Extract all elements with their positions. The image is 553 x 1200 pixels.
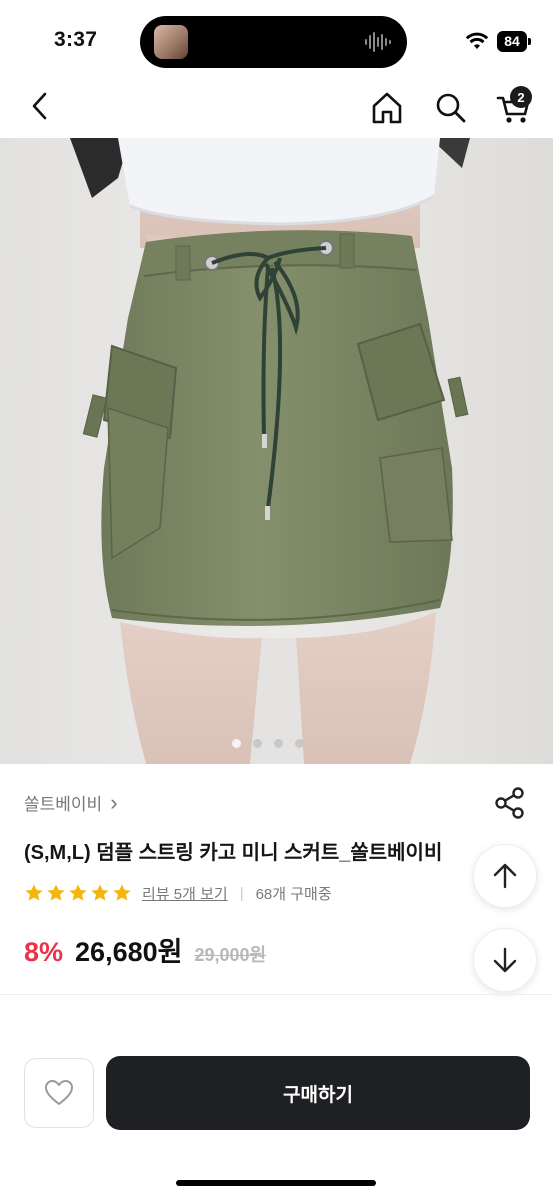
product-photo: [0, 138, 553, 764]
carousel-dots: [232, 739, 304, 748]
purchase-bar: 구매하기: [0, 1034, 553, 1200]
rating-row: 리뷰 5개 보기 | 68개 구매중: [24, 880, 332, 906]
chevron-left-icon[interactable]: [24, 88, 56, 124]
product-image-gallery[interactable]: [0, 138, 553, 764]
cart-button[interactable]: 2: [494, 86, 534, 126]
top-navigation: 2: [0, 80, 553, 138]
price-row: 8% 26,680원 29,000원: [24, 930, 266, 969]
status-bar: 3:37 84: [0, 0, 553, 80]
battery-level: 84: [497, 30, 527, 52]
discount-rate: 8%: [24, 937, 64, 967]
now-playing-thumbnail: [154, 25, 188, 59]
star-icon: [25, 884, 43, 901]
chevron-right-icon: ›: [110, 789, 118, 815]
review-link[interactable]: 리뷰 5개 보기: [142, 883, 228, 904]
product-title: (S,M,L) 덤플 스트링 카고 미니 스커트_쏠트베이비: [24, 842, 443, 864]
share-icon[interactable]: [492, 786, 528, 820]
home-icon[interactable]: [368, 90, 406, 126]
carousel-dot-3[interactable]: [274, 739, 283, 748]
brand-link[interactable]: 쏠트베이비 ›: [24, 790, 118, 815]
status-indicators: 84: [465, 30, 531, 52]
battery-tip: [528, 37, 531, 45]
cart-count-badge: 2: [510, 86, 532, 108]
buyer-count: 68개 구매중: [255, 885, 332, 903]
rating-stars: [24, 883, 132, 903]
buy-button[interactable]: 구매하기: [106, 1056, 530, 1130]
home-indicator: [176, 1180, 376, 1186]
carousel-dot-4[interactable]: [295, 739, 304, 748]
heart-icon: [45, 1080, 73, 1105]
audio-waveform-icon: [365, 32, 391, 52]
search-icon[interactable]: [432, 90, 470, 126]
brand-name: 쏠트베이비: [24, 795, 103, 814]
star-icon: [47, 884, 65, 901]
scroll-up-button[interactable]: [473, 844, 537, 908]
carousel-dot-2[interactable]: [253, 739, 262, 748]
section-divider: [0, 994, 553, 995]
star-icon: [91, 884, 109, 901]
wishlist-button[interactable]: [24, 1058, 94, 1128]
scroll-down-button[interactable]: [473, 928, 537, 992]
arrow-up-icon: [493, 863, 517, 889]
star-icon: [113, 884, 131, 901]
carousel-dot-1[interactable]: [232, 739, 241, 748]
original-price: 29,000원: [194, 945, 267, 965]
dynamic-island: [140, 16, 407, 68]
separator: |: [239, 884, 244, 902]
sale-price: 26,680원: [75, 937, 183, 967]
arrow-down-icon: [493, 947, 517, 973]
wifi-icon: [465, 32, 489, 49]
status-time: 3:37: [54, 28, 98, 51]
star-icon: [69, 884, 87, 901]
